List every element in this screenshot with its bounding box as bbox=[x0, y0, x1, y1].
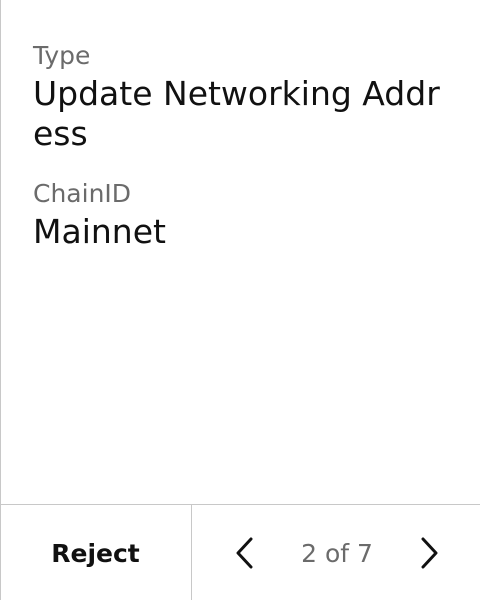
type-label: Type bbox=[33, 41, 91, 70]
review-content: Type Update Networking Address ChainID M… bbox=[33, 40, 453, 276]
chevron-left-icon[interactable] bbox=[232, 533, 256, 573]
pager: 2 of 7 bbox=[192, 505, 480, 600]
chevron-right-icon[interactable] bbox=[418, 533, 442, 573]
footer-bar: Reject 2 of 7 bbox=[0, 504, 480, 600]
page-indicator: 2 of 7 bbox=[301, 538, 373, 568]
chain-id-label: ChainID bbox=[33, 179, 132, 208]
review-screen: Type Update Networking Address ChainID M… bbox=[0, 0, 480, 600]
type-value: Update Networking Address bbox=[33, 74, 440, 153]
reject-button[interactable]: Reject bbox=[0, 505, 192, 600]
chain-id-value: Mainnet bbox=[33, 212, 166, 251]
